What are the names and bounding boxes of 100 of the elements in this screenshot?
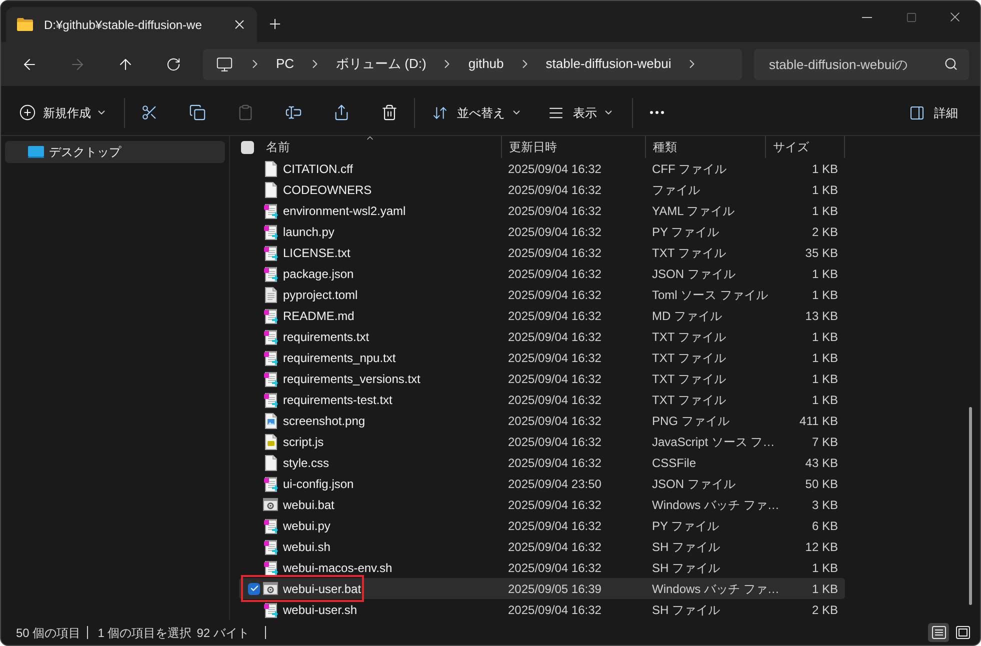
address-bar[interactable]: PC ボリューム (D:) github stable-diffusion-webui	[203, 48, 742, 80]
file-name: CODEOWNERS	[283, 182, 372, 198]
plus-icon	[267, 16, 283, 32]
file-row[interactable]: webui-macos-env.sh 2025/09/04 16:32 SH ファイル 1 KB	[239, 557, 845, 578]
details-view-button[interactable]	[928, 623, 949, 642]
file-row[interactable]: screenshot.png 2025/09/04 16:32 PNG ファイル 411 KB	[239, 410, 845, 431]
text-file-icon	[264, 286, 278, 302]
modified-date: 2025/09/04 16:32	[508, 162, 602, 176]
file-type: TXT ファイル	[652, 246, 726, 260]
file-row[interactable]: requirements.txt 2025/09/04 16:32 TXT ファイル 1 KB	[239, 326, 845, 347]
file-row[interactable]: requirements_versions.txt 2025/09/04 16:32 TXT ファイル 1 KB	[239, 368, 845, 389]
file-row[interactable]: ui-config.json 2025/09/04 23:50 JSON ファイル 50 KB	[239, 473, 845, 494]
notepad-file-icon	[264, 560, 278, 576]
file-type: Toml ソース ファイル	[652, 288, 768, 302]
file-size: 43 KB	[805, 454, 838, 472]
modified-date: 2025/09/04 23:50	[508, 476, 602, 490]
file-type: TXT ファイル	[652, 392, 726, 406]
sort-button[interactable]: 並べ替え	[426, 96, 528, 128]
file-row[interactable]: pyproject.toml 2025/09/04 16:32 Toml ソース ファイル 1 KB	[239, 284, 845, 305]
file-type: ファイル	[652, 182, 700, 196]
file-row[interactable]: webui.bat 2025/09/04 16:32 Windows バッチ ファ… 3 KB	[239, 494, 845, 515]
file-type: PY ファイル	[652, 224, 720, 238]
file-row[interactable]: requirements-test.txt 2025/09/04 16:32 TXT ファイル 1 KB	[239, 389, 845, 410]
file-name: LICENSE.txt	[283, 244, 350, 262]
file-row[interactable]: webui-user.sh 2025/09/04 16:32 SH ファイル 2 KB	[239, 599, 845, 620]
file-size: 1 KB	[812, 266, 838, 282]
file-size: 50 KB	[805, 476, 838, 492]
column-header[interactable]: 種類	[653, 138, 677, 156]
file-type: PY ファイル	[652, 518, 720, 532]
file-row[interactable]: script.js 2025/09/04 16:32 JavaScript ソース フ… 7 KB	[239, 431, 845, 452]
notepad-file-icon	[264, 202, 278, 218]
tab[interactable]: D:¥github¥stable-diffusion-we	[6, 7, 257, 42]
share-icon	[332, 104, 350, 121]
modified-date: 2025/09/04 16:32	[508, 350, 602, 364]
modified-date: 2025/09/04 16:32	[508, 266, 602, 280]
modified-date: 2025/09/04 16:32	[508, 434, 602, 448]
search-field[interactable]: stable-diffusion-webuiの	[754, 48, 969, 80]
file-name: requirements_versions.txt	[283, 370, 420, 388]
file-type: SH ファイル	[652, 540, 720, 554]
modified-date: 2025/09/04 16:32	[508, 518, 602, 532]
breadcrumb-item[interactable]: PC	[270, 52, 300, 76]
new-button[interactable]: 新規作成	[14, 96, 112, 128]
file-size: 2 KB	[812, 224, 838, 240]
column-header[interactable]: 名前	[266, 138, 290, 156]
item-count: 50 個の項目	[16, 624, 81, 642]
file-type: CSSFile	[652, 456, 696, 470]
file-name: launch.py	[283, 224, 334, 240]
file-name: environment-wsl2.yaml	[283, 202, 406, 220]
notepad-file-icon	[264, 392, 278, 408]
file-row[interactable]: requirements_npu.txt 2025/09/04 16:32 TXT ファイル 1 KB	[239, 347, 845, 368]
file-row[interactable]: environment-wsl2.yaml 2025/09/04 16:32 YAML ファイル 1 KB	[239, 200, 845, 221]
notepad-file-icon	[264, 244, 278, 260]
modified-date: 2025/09/04 16:32	[508, 308, 602, 322]
notepad-file-icon	[264, 328, 278, 344]
modified-date: 2025/09/04 16:32	[508, 246, 602, 260]
file-row[interactable]: launch.py 2025/09/04 16:32 PY ファイル 2 KB	[239, 221, 845, 242]
file-size: 1 KB	[812, 560, 838, 576]
modified-date: 2025/09/04 16:32	[508, 224, 602, 238]
file-row[interactable]: README.md 2025/09/04 16:32 MD ファイル 13 KB	[239, 305, 845, 326]
file-row[interactable]: CODEOWNERS 2025/09/04 16:32 ファイル 1 KB	[239, 179, 845, 200]
minimize-icon	[862, 16, 872, 18]
select-all-checkbox[interactable]	[241, 140, 254, 154]
file-icon	[264, 454, 278, 470]
breadcrumb-item[interactable]: github	[462, 52, 510, 76]
file-row[interactable]: LICENSE.txt 2025/09/04 16:32 TXT ファイル 35 KB	[239, 242, 845, 263]
modified-date: 2025/09/04 16:32	[508, 372, 602, 386]
file-row[interactable]: style.css 2025/09/04 16:32 CSSFile 43 KB	[239, 452, 845, 473]
file-name: requirements_npu.txt	[283, 350, 396, 366]
refresh-icon	[166, 56, 180, 72]
file-row[interactable]: webui.sh 2025/09/04 16:32 SH ファイル 12 KB	[239, 536, 845, 557]
scrollbar-thumb[interactable]	[968, 407, 972, 605]
checkbox[interactable]	[248, 582, 260, 594]
list-view-icon	[932, 626, 946, 639]
file-size: 411 KB	[800, 412, 838, 430]
notepad-file-icon	[264, 602, 278, 618]
file-name: webui.py	[283, 518, 330, 534]
search-icon	[944, 57, 958, 71]
file-size: 1 KB	[812, 392, 838, 408]
view-button[interactable]: 表示	[542, 96, 620, 128]
file-type: SH ファイル	[652, 602, 720, 616]
modified-date: 2025/09/04 16:32	[508, 330, 602, 344]
file-row[interactable]: package.json 2025/09/04 16:32 JSON ファイル 1 KB	[239, 263, 845, 284]
notepad-file-icon	[264, 350, 278, 366]
details-button[interactable]: 詳細	[903, 96, 964, 128]
file-type: JavaScript ソース フ…	[652, 434, 775, 448]
file-name: webui.bat	[283, 496, 334, 514]
breadcrumb-item[interactable]: ボリューム (D:)	[330, 52, 432, 76]
gear-window-icon	[263, 582, 278, 595]
sidebar-item[interactable]: デスクトップ	[5, 141, 225, 163]
column-header[interactable]: 更新日時	[509, 138, 557, 156]
column-header[interactable]: サイズ	[773, 138, 809, 156]
file-row[interactable]: CITATION.cff 2025/09/04 16:32 CFF ファイル 1 KB	[239, 158, 845, 179]
file-name: webui-user.sh	[283, 602, 358, 618]
modified-date: 2025/09/04 16:32	[508, 392, 602, 406]
file-row[interactable]: webui.py 2025/09/04 16:32 PY ファイル 6 KB	[239, 515, 845, 536]
modified-date: 2025/09/04 16:32	[508, 498, 602, 512]
rename-icon	[284, 104, 302, 121]
file-size: 3 KB	[812, 496, 838, 514]
file-row[interactable]: webui-user.bat 2025/09/05 16:39 Windows バッチ ファ… 1 KB	[239, 578, 845, 599]
breadcrumb-item[interactable]: stable-diffusion-webui	[540, 52, 678, 76]
